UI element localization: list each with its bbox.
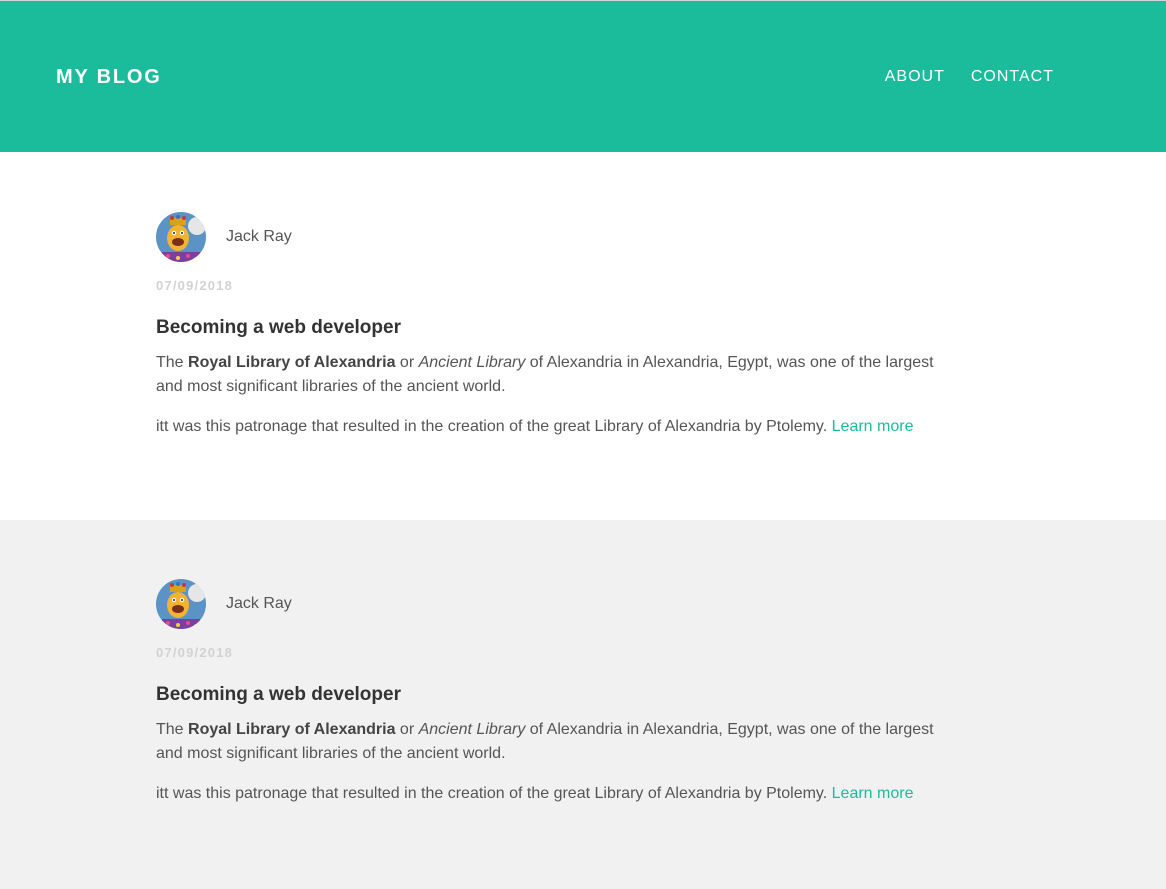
site-header: MY BLOG ABOUT CONTACT (0, 1, 1166, 152)
post-date: 07/09/2018 (156, 645, 234, 660)
blog-post: Jack Ray 07/09/2018 Becoming a web devel… (0, 520, 1166, 889)
bold-text: Royal Library of Alexandria (188, 354, 396, 371)
paragraph-text: or (395, 354, 419, 371)
bold-text: Royal Library of Alexandria (188, 721, 396, 738)
post-body: The Royal Library of Alexandria or Ancie… (156, 351, 946, 439)
site-brand[interactable]: MY BLOG (56, 64, 162, 90)
learn-more-link[interactable]: Learn more (832, 785, 914, 802)
italic-text: Ancient Library (418, 354, 526, 371)
nav-contact-link[interactable]: CONTACT (971, 65, 1054, 89)
post-paragraph: The Royal Library of Alexandria or Ancie… (156, 351, 946, 399)
post-date: 07/09/2018 (156, 278, 234, 293)
paragraph-text: The (156, 721, 189, 738)
paragraph-text: or (395, 721, 419, 738)
cartoon-avatar-icon (156, 212, 206, 262)
post-paragraph: itt was this patronage that resulted in … (156, 782, 946, 806)
learn-more-link[interactable]: Learn more (832, 418, 914, 435)
post-body: The Royal Library of Alexandria or Ancie… (156, 718, 946, 806)
nav-about-link[interactable]: ABOUT (885, 65, 945, 89)
blog-post: Jack Ray 07/09/2018 Becoming a web devel… (0, 152, 1166, 520)
paragraph-text: itt was this patronage that resulted in … (156, 418, 832, 435)
post-paragraph: The Royal Library of Alexandria or Ancie… (156, 718, 946, 766)
post-title: Becoming a web developer (156, 317, 401, 338)
post-paragraph: itt was this patronage that resulted in … (156, 415, 946, 439)
author-name: Jack Ray (226, 228, 292, 245)
paragraph-text: itt was this patronage that resulted in … (156, 785, 832, 802)
post-title: Becoming a web developer (156, 684, 401, 705)
italic-text: Ancient Library (418, 721, 526, 738)
paragraph-text: The (156, 354, 189, 371)
main-nav: ABOUT CONTACT (885, 65, 1054, 89)
author-row: Jack Ray (156, 579, 1166, 629)
author-name: Jack Ray (226, 595, 292, 612)
cartoon-avatar-icon (156, 579, 206, 629)
author-row: Jack Ray (156, 212, 1166, 262)
